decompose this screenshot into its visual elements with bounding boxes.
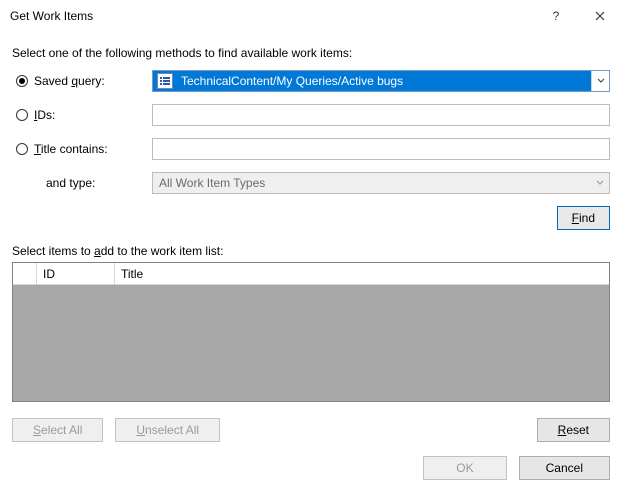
- saved-query-value: TechnicalContent/My Queries/Active bugs: [175, 72, 591, 90]
- and-type-combo: All Work Item Types: [152, 172, 610, 194]
- ids-radio-row[interactable]: IDs:: [12, 108, 144, 122]
- and-type-value: All Work Item Types: [159, 176, 265, 190]
- ids-input[interactable]: [152, 104, 610, 126]
- results-grid[interactable]: ID Title: [12, 262, 610, 402]
- unselect-all-button: Unselect All: [115, 418, 220, 442]
- saved-query-label: Saved query:: [34, 74, 105, 88]
- column-title[interactable]: Title: [115, 263, 609, 284]
- window-title: Get Work Items: [10, 9, 534, 23]
- help-button[interactable]: ?: [534, 0, 578, 32]
- title-contains-input[interactable]: [152, 138, 610, 160]
- ids-label: IDs:: [34, 108, 55, 122]
- results-body: [13, 285, 609, 401]
- title-contains-radio[interactable]: [16, 143, 28, 155]
- chevron-down-icon: [597, 78, 605, 84]
- and-type-dropdown: [593, 176, 607, 190]
- find-button[interactable]: Find: [557, 206, 610, 230]
- saved-query-radio-row[interactable]: Saved query:: [12, 74, 144, 88]
- title-contains-label: Title contains:: [34, 142, 108, 156]
- column-id[interactable]: ID: [37, 263, 115, 284]
- ok-button: OK: [423, 456, 506, 480]
- and-type-label: and type:: [12, 176, 144, 190]
- list-icon: [157, 73, 173, 89]
- saved-query-radio[interactable]: [16, 75, 28, 87]
- chevron-down-icon: [596, 180, 604, 186]
- title-contains-radio-row[interactable]: Title contains:: [12, 142, 144, 156]
- close-button[interactable]: [578, 0, 622, 32]
- reset-button[interactable]: Reset: [537, 418, 610, 442]
- cancel-button[interactable]: Cancel: [519, 456, 610, 480]
- ids-radio[interactable]: [16, 109, 28, 121]
- saved-query-dropdown[interactable]: [591, 71, 609, 91]
- titlebar: Get Work Items ?: [0, 0, 622, 32]
- instruction-text: Select one of the following methods to f…: [0, 32, 622, 70]
- saved-query-combo[interactable]: TechnicalContent/My Queries/Active bugs: [152, 70, 610, 92]
- select-all-button: Select All: [12, 418, 103, 442]
- column-checkbox[interactable]: [13, 263, 37, 284]
- results-header: ID Title: [13, 263, 609, 285]
- select-items-label: Select items to add to the work item lis…: [0, 230, 622, 262]
- close-icon: [595, 11, 605, 21]
